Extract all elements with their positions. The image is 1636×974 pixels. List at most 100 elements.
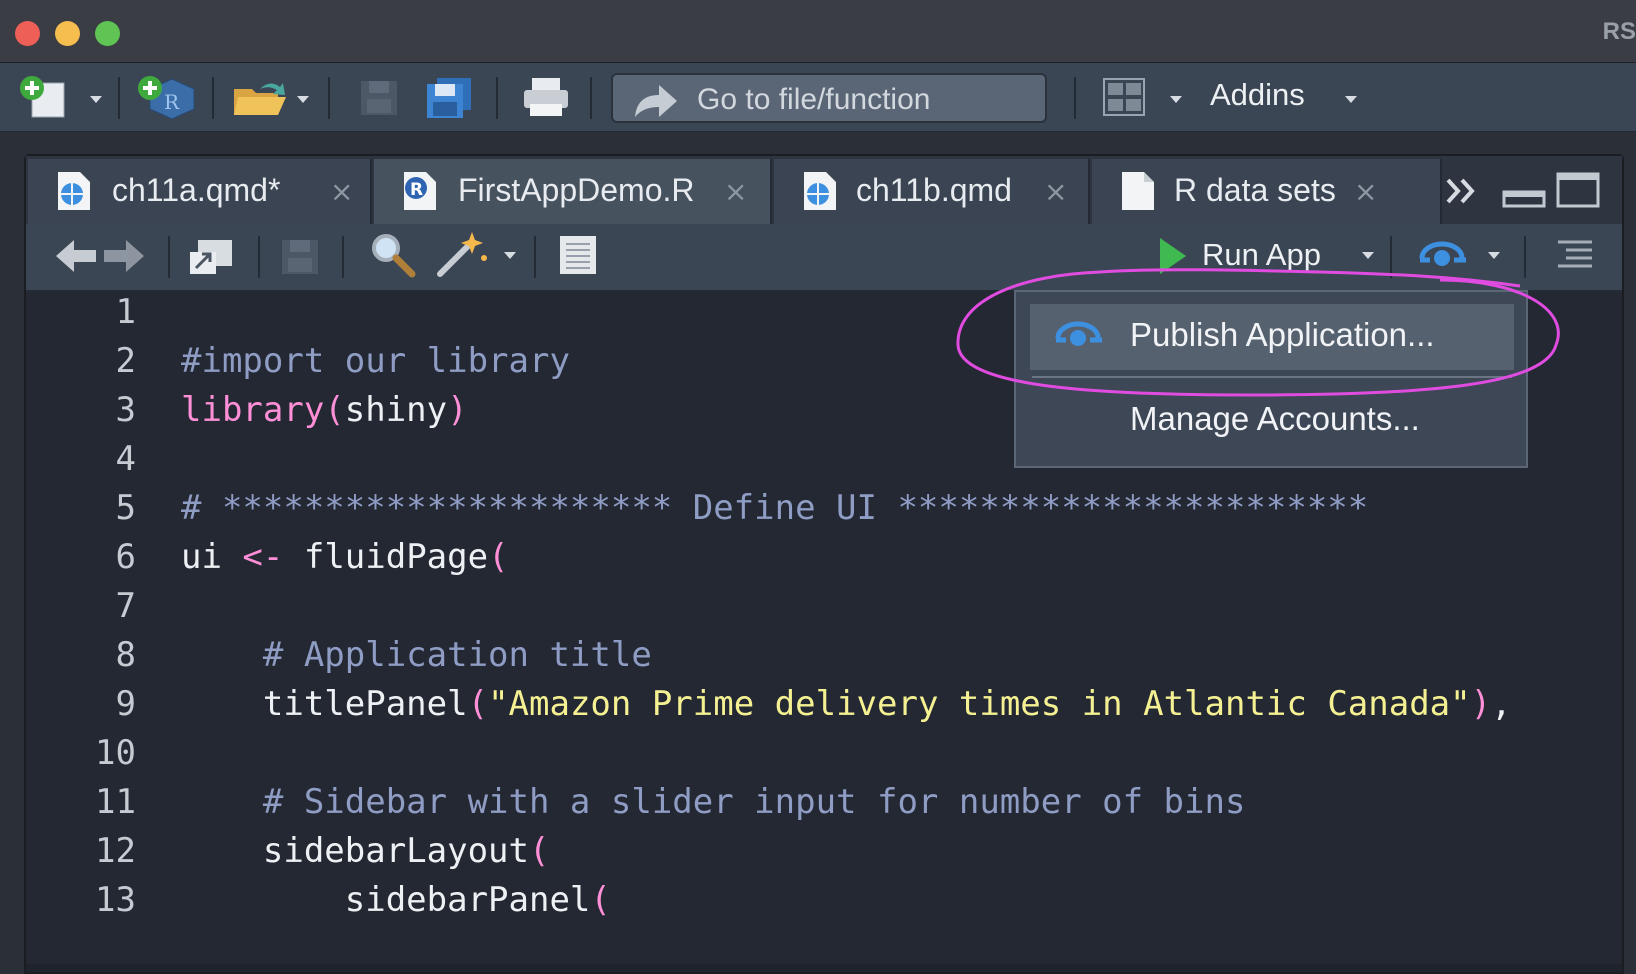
line-number: 3 (115, 390, 136, 430)
code-token: fluidPage (283, 537, 489, 577)
code-line[interactable]: sidebarPanel( (181, 880, 611, 920)
more-tabs-chevron-icon[interactable] (1444, 176, 1484, 206)
code-token: sidebarPanel (344, 880, 591, 920)
new-file-icon (20, 76, 65, 118)
code-line[interactable]: titlePanel("Amazon Prime delivery times … (181, 684, 1512, 724)
svg-text:R: R (410, 180, 423, 200)
tab-close-icon[interactable]: × (724, 175, 747, 208)
menu-item-publish-application[interactable]: Publish Application... (1030, 304, 1514, 370)
line-number-gutter: 1 2 3 4 5 6 7 8 9 10 11 12 13 (26, 292, 136, 964)
code-line[interactable]: # Sidebar with a slider input for number… (181, 782, 1246, 822)
window-title-bar: RS (0, 0, 1636, 63)
print-button[interactable] (518, 77, 574, 117)
menu-item-manage-accounts[interactable]: Manage Accounts... (1030, 388, 1514, 454)
run-app-button[interactable]: Run App (1202, 237, 1321, 273)
minimize-pane-icon[interactable] (1502, 184, 1546, 208)
tab-close-icon[interactable]: × (1354, 175, 1377, 208)
code-line[interactable]: # ********************** Define UI *****… (181, 488, 1368, 528)
save-all-icon (427, 78, 471, 118)
save-icon (361, 81, 397, 115)
addins-menu[interactable]: Addins (1210, 77, 1305, 113)
tab-ch11b-qmd[interactable]: ch11b.qmd × (774, 159, 1090, 224)
editor-tab-bar: ch11a.qmd* × R FirstAppDemo.R × ch11b.qm… (26, 156, 1622, 224)
new-project-button[interactable]: R (136, 76, 196, 119)
line-number: 2 (115, 341, 136, 381)
code-token: shiny (344, 390, 448, 430)
code-line[interactable]: library(shiny) (181, 390, 468, 430)
new-file-button[interactable] (16, 76, 72, 118)
code-token: sidebarLayout (262, 831, 529, 871)
minimize-window-button[interactable] (55, 21, 80, 46)
back-forward-arrows-icon[interactable] (54, 236, 146, 276)
run-app-dropdown-arrow[interactable] (1362, 252, 1374, 259)
pane-layout-dropdown-arrow[interactable] (1170, 96, 1182, 103)
line-number: 1 (115, 292, 136, 332)
code-token: titlePanel (262, 684, 468, 724)
code-line[interactable]: ui <- fluidPage( (181, 537, 509, 577)
tab-ch11a-qmd[interactable]: ch11a.qmd* × (28, 159, 372, 224)
run-app-play-icon[interactable] (1156, 234, 1190, 278)
code-token: ( (488, 537, 509, 577)
show-in-new-window-icon[interactable] (188, 234, 236, 278)
search-icon[interactable] (370, 232, 416, 280)
publish-dropdown-arrow[interactable] (1488, 252, 1500, 259)
editor-toolbar: Run App (26, 224, 1622, 292)
line-number: 10 (95, 733, 136, 773)
window-title: RS (1602, 18, 1636, 45)
printer-icon (524, 78, 568, 116)
tab-r-data-sets[interactable]: R data sets × (1092, 159, 1442, 224)
pane-layout-button[interactable] (1100, 77, 1148, 117)
tab-close-icon[interactable]: × (330, 175, 353, 208)
code-line[interactable]: sidebarLayout( (181, 831, 550, 871)
main-toolbar: R Go to file/function Addins (0, 63, 1636, 132)
addins-dropdown-arrow[interactable] (1345, 96, 1357, 103)
line-number: 5 (115, 488, 136, 528)
code-token: # ********************** Define UI *****… (181, 488, 1369, 528)
goto-arrow-icon (635, 85, 677, 117)
tab-close-icon[interactable]: × (1044, 175, 1067, 208)
magic-wand-icon[interactable] (434, 228, 492, 280)
document-icon (1122, 172, 1154, 210)
code-token: ( (467, 684, 489, 724)
code-line[interactable]: #import our library (181, 341, 570, 381)
go-to-file-function-input[interactable]: Go to file/function (611, 73, 1047, 123)
code-token: "Amazon Prime delivery times in Atlantic… (488, 684, 1471, 724)
close-window-button[interactable] (15, 21, 40, 46)
code-token: library( (181, 390, 345, 430)
new-file-dropdown-arrow[interactable] (90, 96, 102, 103)
line-number: 4 (115, 439, 136, 479)
tab-firstappdemo-r[interactable]: R FirstAppDemo.R × (374, 159, 772, 224)
open-file-dropdown-arrow[interactable] (297, 96, 309, 103)
open-file-button[interactable] (230, 77, 290, 117)
menu-separator (1032, 376, 1512, 378)
line-number: 8 (115, 635, 136, 675)
code-token: ) (447, 390, 468, 430)
code-token: # Application title (262, 635, 652, 675)
qmd-file-icon (58, 172, 90, 210)
code-token: ) (1470, 684, 1492, 724)
publish-dropdown-menu: Publish Application... Manage Accounts..… (1014, 290, 1528, 468)
code-line[interactable]: # Application title (181, 635, 652, 675)
code-token: #import our library (181, 341, 570, 381)
line-number: 11 (95, 782, 136, 822)
code-token: ( (590, 880, 611, 920)
notebook-icon[interactable] (556, 232, 600, 278)
code-token: ui (181, 537, 243, 577)
document-outline-icon[interactable] (1556, 238, 1596, 272)
line-number: 7 (115, 586, 136, 626)
save-button[interactable] (356, 77, 402, 117)
code-token: ( (529, 831, 550, 871)
maximize-pane-icon[interactable] (1556, 170, 1602, 210)
save-all-button[interactable] (424, 77, 476, 118)
folder-open-icon (234, 83, 286, 115)
code-token: , (1491, 684, 1512, 724)
save-icon[interactable] (280, 236, 320, 276)
line-number: 6 (115, 537, 136, 577)
qmd-file-icon (804, 172, 836, 210)
code-tools-dropdown-arrow[interactable] (504, 252, 516, 259)
publish-icon[interactable] (1416, 236, 1470, 276)
line-number: 9 (115, 684, 136, 724)
svg-text:R: R (164, 90, 180, 114)
zoom-window-button[interactable] (95, 21, 120, 46)
line-number: 13 (95, 880, 136, 920)
